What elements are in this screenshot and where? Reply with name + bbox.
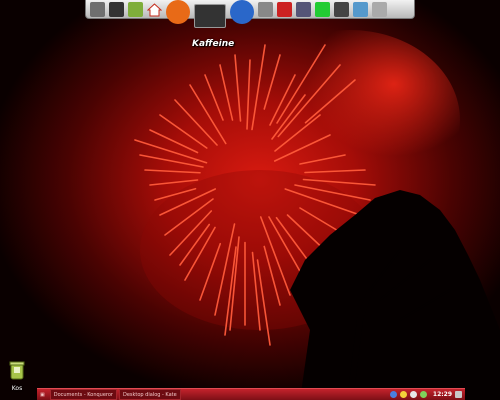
calendar-icon[interactable] (277, 1, 292, 17)
browser-icon[interactable] (230, 0, 254, 24)
clock[interactable]: 12:29 (433, 391, 452, 398)
settings-icon[interactable] (296, 1, 311, 17)
taskbar-item[interactable]: Desktop dialog - Kate (118, 389, 181, 400)
taskbar-item[interactable]: Documents - Konqueror (49, 389, 117, 400)
lock-tray-icon[interactable] (455, 391, 462, 398)
wallpaper-fireworks (0, 0, 500, 400)
trash-label: Kos (11, 385, 23, 392)
tools-icon[interactable] (90, 1, 105, 17)
network-icon[interactable] (353, 1, 368, 17)
kmenu-button[interactable]: ▣ (37, 390, 48, 399)
bottom-panel: ▣ Documents - Konqueror Desktop dialog -… (37, 388, 465, 400)
volume-tray-icon[interactable] (409, 391, 417, 398)
media-icon[interactable] (258, 1, 273, 17)
monitor-icon[interactable] (315, 1, 330, 17)
dock-hover-label: Kaffeine (192, 39, 235, 49)
firefox-icon[interactable] (166, 0, 190, 24)
kaffeine-icon[interactable] (194, 4, 226, 28)
clipboard-tray-icon[interactable] (419, 391, 427, 398)
updates-tray-icon[interactable] (399, 391, 407, 398)
trash-icon (9, 361, 25, 380)
network-tray-icon[interactable] (389, 391, 397, 398)
terminal-icon[interactable] (109, 1, 124, 17)
home-icon[interactable] (147, 2, 162, 17)
system-icon[interactable] (334, 1, 349, 17)
top-dock (85, 0, 415, 28)
package-icon[interactable] (128, 1, 143, 17)
exit-icon[interactable] (372, 1, 387, 17)
trash-desktop-icon[interactable]: Kos (6, 360, 28, 392)
